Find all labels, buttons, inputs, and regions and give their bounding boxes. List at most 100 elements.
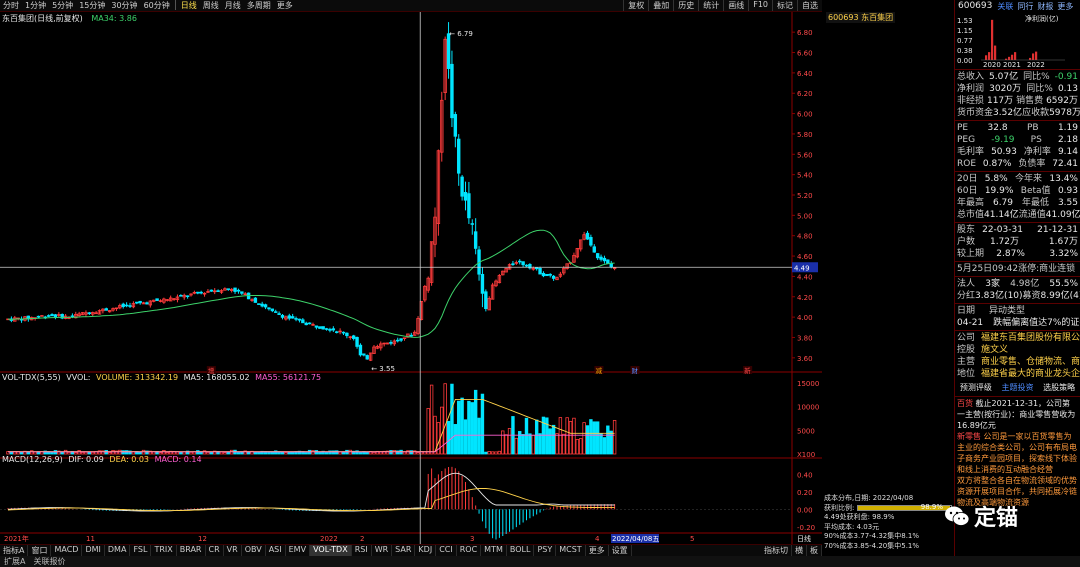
candle-body (287, 315, 291, 319)
price-tick-label-16: 3.60 (797, 355, 813, 363)
rows_c-cell-3-2: 流通值 (1018, 210, 1046, 220)
indicator-tab-8[interactable]: CR (206, 545, 224, 556)
volume-bar (284, 452, 288, 455)
indicator-tab-18[interactable]: CCI (436, 545, 457, 556)
rows_a-cell-3-2: 应收款 (1022, 108, 1050, 118)
rp-link-peers[interactable]: 同行 (1015, 1, 1035, 12)
rows_d-row-2: 较上期 2.87% 3.32% (955, 248, 1080, 260)
bottom-right-tab-0[interactable]: 指标切 (761, 545, 792, 556)
ma34-line (7, 229, 615, 338)
period-tab-1[interactable]: 1分钟 (22, 0, 49, 11)
company-cell-3-1: 福建省最大的商业龙头企业 (981, 369, 1080, 379)
period-tab-8[interactable]: 月线 (222, 0, 244, 11)
indicator-tab-2[interactable]: MACD (51, 545, 83, 556)
indicator-tab-4[interactable]: DMA (105, 545, 131, 556)
date-axis-label-6: 4 (595, 535, 600, 543)
indicator-tab-6[interactable]: TRIX (151, 545, 177, 556)
indicator-tab-0[interactable]: 指标A (0, 545, 29, 556)
indicator-tab-3[interactable]: DMI (82, 545, 105, 556)
rows_a-cell-2-2: 销售费 (1016, 96, 1044, 106)
toolbar-button-2[interactable]: 历史 (673, 0, 698, 11)
rows_e-cell-0-3: 55.5% (1049, 279, 1078, 289)
bottom-right-tab-1[interactable]: 横 (792, 545, 807, 556)
cost-distribution-box: 成本分布,日期: 2022/04/08 获利比例: 98.9% 4.49处获利盘… (824, 494, 952, 551)
candle-body (484, 291, 488, 310)
rows_e-cell-0-2: 4.98亿 (1010, 279, 1040, 289)
indicator-tab-13[interactable]: VOL-TDX (310, 545, 352, 556)
indicator-tab-16[interactable]: SAR (392, 545, 416, 556)
indicator-tab-1[interactable]: 窗口 (28, 545, 52, 556)
rows_d-cell-1-3: 1.67万 (1048, 237, 1078, 247)
kline-chart-area[interactable]: 6.80 6.60 6.40 6.20 6.00 5.80 5.60 5.40 5.20 5.00… (0, 12, 949, 544)
rp-btn-0[interactable]: 预测评级 (960, 382, 992, 393)
status-related-quote[interactable]: 关联报价 (29, 556, 69, 567)
toolbar-button-6[interactable]: 标记 (772, 0, 797, 11)
indicator-tab-12[interactable]: EMV (286, 545, 311, 556)
indicator-tab-15[interactable]: WR (372, 545, 393, 556)
bottom-right-tab-2[interactable]: 板 (807, 545, 822, 556)
rp-link-related[interactable]: 关联 (995, 1, 1015, 12)
period-tab-2[interactable]: 5分钟 (49, 0, 76, 11)
company-cell-0-0: 公司 (957, 333, 976, 343)
candle-body (548, 273, 552, 276)
period-tab-3[interactable]: 15分钟 (76, 0, 108, 11)
period-tab-9[interactable]: 多周期 (244, 0, 274, 11)
indicator-tab-24[interactable]: 更多 (586, 545, 609, 556)
candle-body (382, 342, 386, 345)
candle-body (250, 299, 254, 301)
volume-bar (548, 428, 552, 455)
volume-bar (165, 452, 169, 455)
toolbar-button-4[interactable]: 画线 (723, 0, 748, 11)
candle-body (243, 293, 247, 296)
toolbar-button-1[interactable]: 叠加 (648, 0, 673, 11)
rows_c-cell-0-2: 今年来 (1015, 174, 1043, 184)
indicator-tab-17[interactable]: KDJ (415, 545, 437, 556)
indicator-tab-5[interactable]: FSL (130, 545, 152, 556)
volume-bar (579, 438, 583, 455)
toolbar-button-5[interactable]: F10 (748, 0, 772, 11)
indicator-tab-9[interactable]: VR (224, 545, 242, 556)
rp-btn-2[interactable]: 选股策略 (1043, 382, 1075, 393)
cost-box-profit-label: 获利比例: (824, 503, 855, 512)
period-tab-10[interactable]: 更多 (274, 0, 296, 11)
rows_e-cell-1-3: 8.99亿(4) (1040, 291, 1080, 301)
indicator-tab-25[interactable]: 设置 (609, 545, 632, 556)
indicator-tab-10[interactable]: OBV (242, 545, 266, 556)
rp-btn-1[interactable]: 主题投资 (1001, 382, 1033, 393)
rp-news-line[interactable]: 5月25日09:42涨停:商业连锁 (955, 263, 1080, 275)
period-tab-6[interactable]: 日线 (178, 0, 200, 11)
candle-body (240, 291, 244, 294)
period-tab-7[interactable]: 周线 (200, 0, 222, 11)
rows_b-cell-3-0: ROE (957, 159, 977, 169)
toolbar-button-7[interactable]: 自选 (797, 0, 822, 11)
volume-bar (304, 452, 308, 455)
candle-body (331, 328, 336, 331)
rows_c-cell-3-1: 41.14亿 (984, 210, 1019, 220)
rp-link-more[interactable]: 更多 (1055, 1, 1075, 12)
status-expand-a[interactable]: 扩展A (0, 556, 29, 567)
indicator-tab-23[interactable]: MCST (556, 545, 586, 556)
net-profit-bar (1014, 52, 1017, 60)
indicator-tab-22[interactable]: PSY (534, 545, 557, 556)
rp-header: 600693 关联 同行 财报 更多 (955, 0, 1080, 12)
period-tab-4[interactable]: 30分钟 (108, 0, 140, 11)
mini-year-1: 2021 (1003, 61, 1021, 68)
period-tab-0[interactable]: 分时 (0, 0, 22, 11)
toolbar-button-3[interactable]: 统计 (698, 0, 723, 11)
date-axis-label-5: 3 (470, 535, 474, 543)
indicator-tab-11[interactable]: ASI (266, 545, 286, 556)
period-tab-5[interactable]: 60分钟 (141, 0, 173, 11)
rows_a-cell-3-3: 5978万 (1049, 108, 1080, 118)
rows_b-cell-1-0: PEG (957, 135, 976, 145)
rows_c-row-2: 年最高 6.79 年最低 3.55 (955, 197, 1080, 209)
toolbar-button-0[interactable]: 复权 (623, 0, 648, 11)
indicator-tab-7[interactable]: BRAR (177, 545, 206, 556)
indicator-tab-20[interactable]: MTM (481, 545, 507, 556)
kline-chart-svg[interactable]: 6.80 6.60 6.40 6.20 6.00 5.80 5.60 5.40 5.20 5.00… (0, 12, 949, 544)
rp-link-reports[interactable]: 财报 (1035, 1, 1055, 12)
candle-body (348, 336, 352, 338)
indicator-tab-14[interactable]: RSI (352, 545, 372, 556)
indicator-tab-19[interactable]: ROC (457, 545, 482, 556)
net-profit-bar (991, 19, 994, 60)
indicator-tab-21[interactable]: BOLL (507, 545, 535, 556)
